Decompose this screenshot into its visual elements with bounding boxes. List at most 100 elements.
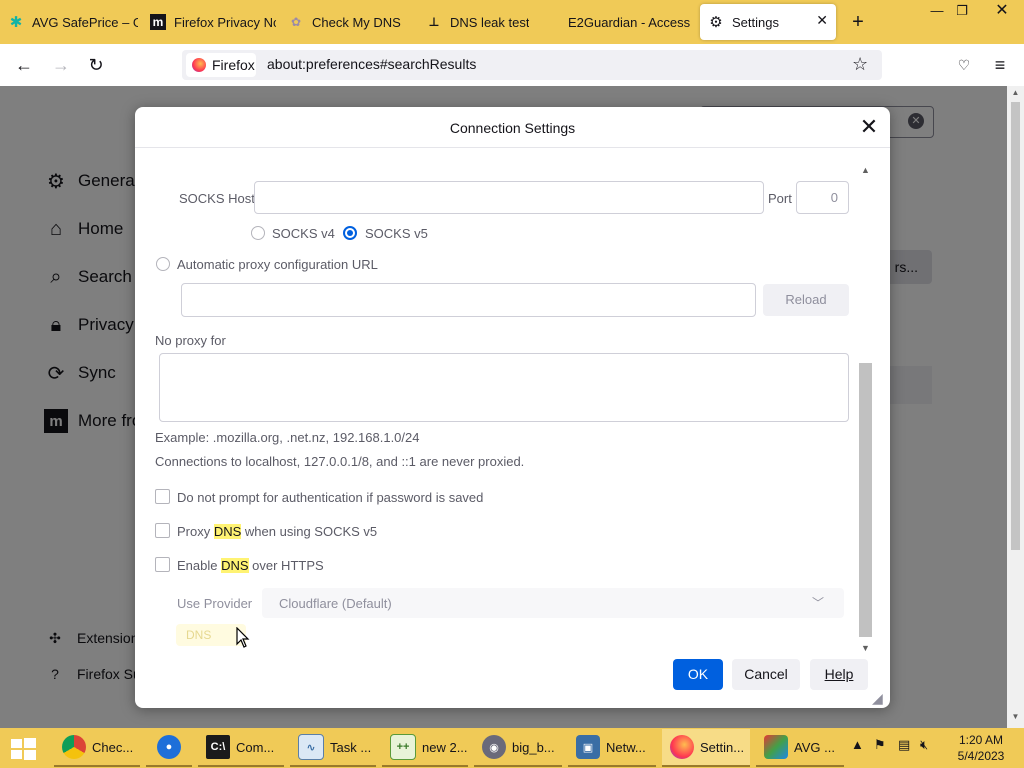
forward-button[interactable]: →	[48, 52, 74, 78]
taskbar-item-network[interactable]: ▣ Netw...	[568, 729, 656, 767]
resize-grip-icon[interactable]: ◢	[872, 690, 888, 706]
clock-time: 1:20 AM	[958, 733, 1004, 747]
auto-proxy-label: Automatic proxy configuration URL	[177, 257, 378, 272]
taskbar-item-label: new 2...	[422, 739, 468, 755]
cancel-button[interactable]: Cancel	[732, 659, 800, 690]
taskbar-item-task-manager[interactable]: ∿ Task ...	[290, 729, 376, 767]
task-manager-icon: ∿	[298, 734, 324, 760]
tab-label: Firefox Privacy No	[174, 14, 276, 30]
taskbar-item-label: Netw...	[606, 739, 646, 755]
dialog-close-icon[interactable]: ✕	[858, 116, 880, 138]
tray-flag-icon[interactable]: ⚑	[874, 737, 886, 753]
close-tab-icon[interactable]: ✕	[816, 12, 828, 29]
page-scrollbar[interactable]: ▲ ▼	[1007, 86, 1024, 728]
url-text[interactable]: about:preferences#searchResults	[267, 56, 476, 72]
taskbar-item-avg-browser[interactable]: ●	[146, 729, 192, 767]
command-prompt-icon: C:\	[206, 735, 230, 759]
taskbar-item-label: big_b...	[512, 739, 555, 755]
scroll-up-arrow-icon[interactable]: ▲	[857, 165, 874, 179]
back-button[interactable]: ←	[11, 52, 37, 78]
reload-button[interactable]: ↻	[83, 52, 109, 78]
proxy-dns-checkbox[interactable]	[155, 523, 170, 538]
media-icon: ◉	[482, 735, 506, 759]
dialog-title: Connection Settings	[135, 107, 890, 148]
tray-network-icon[interactable]: ▤	[898, 737, 910, 753]
restore-button[interactable]: ❐	[947, 0, 977, 22]
socks-v5-label: SOCKS v5	[365, 226, 428, 241]
help-button[interactable]: Help	[810, 659, 868, 690]
avg-icon: ✱	[9, 14, 23, 31]
pocket-icon[interactable]: ♡	[951, 52, 977, 78]
reload-pac-button[interactable]: Reload	[763, 284, 849, 316]
taskbar-item-notepad-plus[interactable]: ++ new 2...	[382, 729, 468, 767]
taskbar-item-label: AVG ...	[794, 739, 835, 755]
taskbar-item-avg[interactable]: AVG ...	[756, 729, 844, 767]
taskbar-item-chrome[interactable]: Chec...	[54, 729, 140, 767]
taskbar-item-media[interactable]: ◉ big_b...	[474, 729, 562, 767]
no-auth-prompt-checkbox[interactable]	[155, 489, 170, 504]
auto-proxy-url-input[interactable]	[181, 283, 756, 317]
tab-label: Settings	[732, 14, 779, 30]
proxy-dns-label: Proxy DNS when using SOCKS v5	[177, 524, 377, 539]
identity-label: Firefox	[212, 57, 255, 73]
socks-v4-label: SOCKS v4	[272, 226, 335, 241]
tab-dns-leak-test[interactable]: ⊥ DNS leak test	[418, 0, 552, 44]
enable-doh-label: Enable DNS over HTTPS	[177, 558, 324, 573]
tab-e2guardian[interactable]: E2Guardian - Access D	[560, 0, 692, 44]
socks-port-input[interactable]: 0	[796, 181, 849, 214]
firefox-icon	[192, 58, 206, 72]
no-auth-prompt-label: Do not prompt for authentication if pass…	[177, 490, 484, 505]
tab-label: Check My DNS	[312, 14, 401, 30]
avg-secure-browser-icon: ●	[157, 735, 181, 759]
enable-doh-checkbox[interactable]	[155, 557, 170, 572]
bookmark-star-icon[interactable]: ☆	[852, 54, 868, 75]
taskbar-item-label: Settin...	[700, 739, 745, 755]
dialog-scroll-thumb[interactable]	[859, 363, 872, 637]
clock-date: 5/4/2023	[957, 749, 1005, 763]
localhost-note: Connections to localhost, 127.0.0.1/8, a…	[155, 454, 525, 469]
no-proxy-example: Example: .mozilla.org, .net.nz, 192.168.…	[155, 430, 420, 445]
scroll-down-arrow-icon[interactable]: ▼	[1007, 712, 1024, 726]
tray-expand-icon[interactable]: ▲	[851, 737, 864, 752]
proxy-dns-label-pre: Proxy	[177, 524, 214, 539]
mouse-cursor-icon	[236, 627, 250, 648]
tab-avg-safeprice[interactable]: ✱ AVG SafePrice – Ge	[0, 0, 138, 44]
scroll-down-arrow-icon[interactable]: ▼	[857, 643, 874, 657]
tray-volume-muted-icon[interactable]: 🔇︎	[920, 737, 928, 753]
chrome-icon	[62, 735, 86, 759]
enable-doh-label-post: over HTTPS	[248, 558, 324, 573]
avg-box-icon	[764, 735, 788, 759]
taskbar-item-firefox[interactable]: Settin...	[662, 729, 750, 767]
gear-icon: ⚙	[709, 14, 723, 31]
window-close-button[interactable]: ✕	[987, 0, 1017, 22]
tab-settings[interactable]: ⚙ Settings ✕	[700, 4, 836, 40]
no-proxy-textarea[interactable]	[159, 353, 849, 422]
taskbar-item-label: Com...	[236, 739, 275, 755]
identity-box[interactable]: Firefox	[186, 53, 256, 77]
auto-proxy-radio[interactable]	[156, 257, 170, 271]
firefox-icon	[670, 735, 694, 759]
socks-v5-radio[interactable]	[343, 226, 357, 240]
tab-check-my-dns[interactable]: ✿ Check My DNS	[280, 0, 414, 44]
tab-label: DNS leak test	[450, 14, 530, 30]
socks-v4-radio[interactable]	[251, 226, 265, 240]
search-highlight: DNS	[213, 524, 242, 539]
taskbar-item-label: Chec...	[92, 739, 134, 755]
socks-host-input[interactable]	[254, 181, 764, 214]
tab-firefox-privacy[interactable]: m Firefox Privacy No	[142, 0, 276, 44]
page-scroll-thumb[interactable]	[1011, 102, 1020, 550]
dialog-scrollbar[interactable]: ▲ ▼	[857, 163, 874, 657]
enable-doh-label-pre: Enable	[177, 558, 222, 573]
port-label: Port	[768, 191, 792, 206]
ok-button[interactable]: OK	[673, 659, 723, 690]
notepad-plus-icon: ++	[390, 734, 416, 760]
use-provider-label: Use Provider	[177, 596, 253, 611]
search-highlight: DNS	[221, 558, 249, 573]
taskbar-clock[interactable]: 1:20 AM 5/4/2023	[950, 732, 1012, 764]
scroll-up-arrow-icon[interactable]: ▲	[1007, 88, 1024, 102]
new-tab-button[interactable]: +	[848, 8, 868, 36]
dns-leak-icon: ⊥	[428, 15, 440, 29]
menu-icon[interactable]: ≡	[987, 52, 1013, 78]
windows-start-icon[interactable]	[8, 737, 38, 761]
taskbar-item-command-prompt[interactable]: C:\ Com...	[198, 729, 284, 767]
